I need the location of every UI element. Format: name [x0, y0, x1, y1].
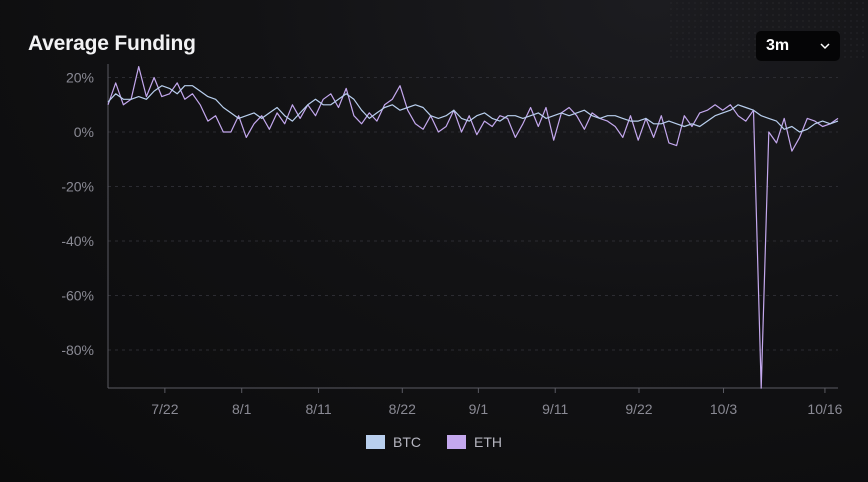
series-line-eth — [107, 66, 839, 389]
x-tick-label: 10/3 — [710, 401, 737, 417]
funding-line-chart: 20% 0% -20% -40% -60% -80% 7/22 8/1 8/11 8/22 9/1… — [61, 64, 843, 417]
y-tick-label: 20% — [66, 70, 94, 86]
x-tick-label: 9/1 — [469, 401, 489, 417]
y-tick-label: -20% — [61, 179, 94, 195]
x-tick-label: 9/22 — [625, 401, 652, 417]
x-tick-label: 9/11 — [542, 401, 568, 417]
x-tick-label: 8/1 — [232, 401, 252, 417]
legend-item-btc[interactable]: BTC — [366, 434, 421, 450]
chart-legend: BTC ETH — [0, 434, 868, 450]
x-tick-label: 8/22 — [389, 401, 416, 417]
y-tick-label: -40% — [61, 233, 94, 249]
legend-item-eth[interactable]: ETH — [447, 434, 502, 450]
y-tick-label: -80% — [61, 342, 94, 358]
x-tick-label: 8/11 — [305, 401, 331, 417]
legend-swatch-btc — [366, 435, 385, 449]
y-tick-label: 0% — [74, 124, 94, 140]
x-tick-label: 7/22 — [151, 401, 178, 417]
legend-label-btc: BTC — [393, 434, 421, 450]
axes — [107, 64, 838, 389]
series-lines — [107, 66, 839, 389]
legend-swatch-eth — [447, 435, 466, 449]
funding-card: Average Funding 3m 20% 0% -20% -40% -60% -80%… — [0, 0, 868, 482]
legend-label-eth: ETH — [474, 434, 502, 450]
x-axis-ticks: 7/22 8/1 8/11 8/22 9/1 9/11 9/22 10/3 10/16 — [151, 388, 843, 417]
x-tick-label: 10/16 — [807, 401, 842, 417]
y-axis-ticks: 20% 0% -20% -40% -60% -80% — [61, 70, 94, 359]
y-tick-label: -60% — [61, 288, 94, 304]
